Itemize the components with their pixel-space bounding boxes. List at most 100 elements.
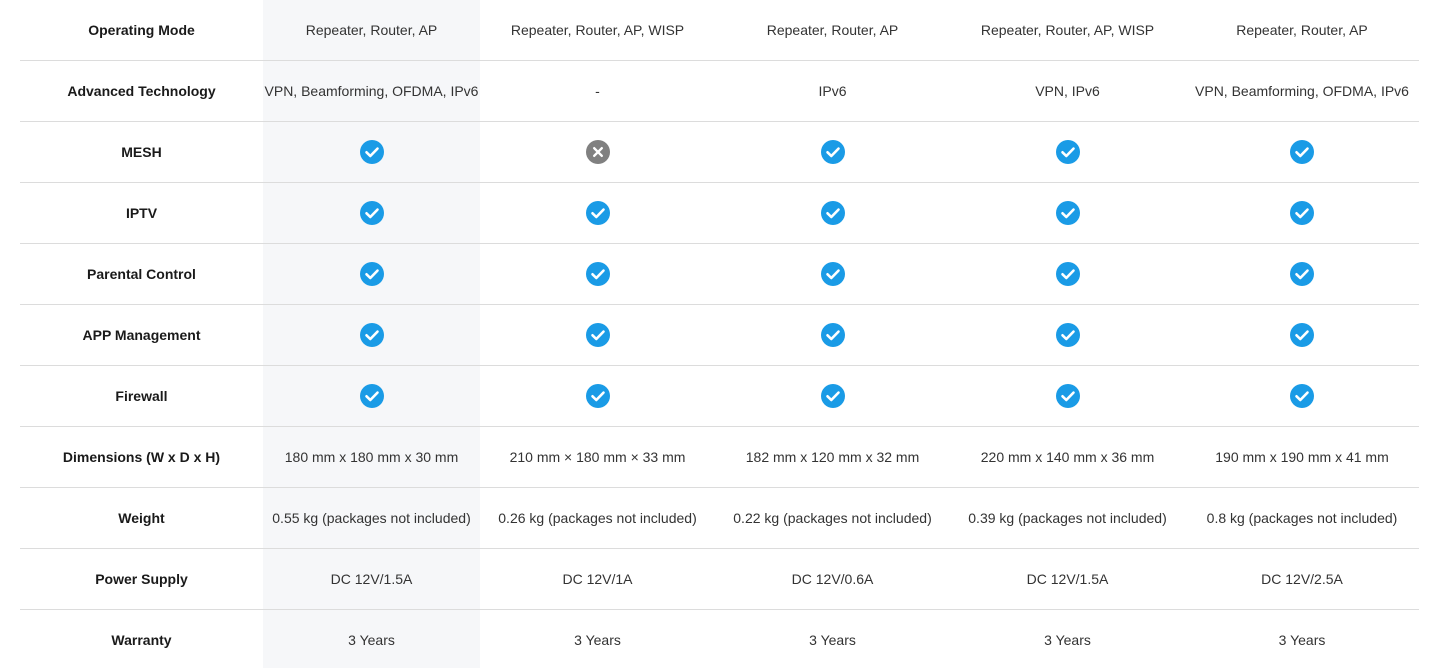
cross-icon	[585, 140, 610, 164]
table-cell: Repeater, Router, AP	[1236, 22, 1368, 38]
check-icon	[585, 384, 610, 408]
table-row-advanced-technology: Advanced Technology VPN, Beamforming, OF…	[20, 61, 1419, 122]
row-label: Weight	[118, 510, 165, 526]
table-cell	[1185, 305, 1419, 365]
table-row-iptv: IPTV	[20, 183, 1419, 244]
table-row-mesh: MESH	[20, 122, 1419, 183]
table-cell: 182 mm x 120 mm x 32 mm	[745, 449, 920, 465]
row-label: Power Supply	[95, 571, 188, 587]
table-cell: Repeater, Router, AP	[766, 22, 899, 38]
table-cell: VPN, Beamforming, OFDMA, IPv6	[264, 83, 479, 99]
table-cell: 0.26 kg (packages not included)	[498, 510, 697, 526]
check-icon	[1290, 262, 1314, 286]
check-icon	[359, 140, 384, 164]
row-label: Advanced Technology	[67, 83, 216, 99]
table-cell	[1185, 366, 1419, 426]
table-cell	[480, 122, 715, 182]
check-icon	[820, 384, 845, 408]
table-cell	[950, 366, 1185, 426]
table-cell	[715, 122, 950, 182]
table-cell	[263, 305, 480, 365]
check-icon	[820, 201, 845, 225]
table-cell: DC 12V/2.5A	[1261, 571, 1343, 587]
check-icon	[820, 262, 845, 286]
table-cell: 190 mm x 190 mm x 41 mm	[1215, 449, 1389, 465]
table-row-operating-mode: Operating Mode Repeater, Router, AP Repe…	[20, 0, 1419, 61]
table-cell: Repeater, Router, AP	[305, 22, 438, 38]
table-cell	[480, 305, 715, 365]
table-cell	[263, 122, 480, 182]
table-cell: 210 mm × 180 mm × 33 mm	[509, 449, 686, 465]
check-icon	[1055, 140, 1080, 164]
table-cell: DC 12V/0.6A	[791, 571, 874, 587]
table-cell: 0.39 kg (packages not included)	[968, 510, 1167, 526]
check-icon	[359, 323, 384, 347]
check-icon	[1055, 201, 1080, 225]
table-cell	[715, 305, 950, 365]
table-cell	[950, 305, 1185, 365]
comparison-table: Operating Mode Repeater, Router, AP Repe…	[20, 0, 1419, 671]
table-row-parental-control: Parental Control	[20, 244, 1419, 305]
row-label: Operating Mode	[88, 22, 195, 38]
table-row-app-management: APP Management	[20, 305, 1419, 366]
table-cell: 0.55 kg (packages not included)	[272, 510, 471, 526]
table-cell	[263, 244, 480, 304]
table-cell	[715, 183, 950, 243]
row-label: Warranty	[111, 632, 172, 648]
table-cell: 3 Years	[1044, 632, 1091, 648]
table-cell	[950, 122, 1185, 182]
table-cell: VPN, Beamforming, OFDMA, IPv6	[1195, 83, 1409, 99]
table-cell: 3 Years	[809, 632, 856, 648]
row-label: Dimensions (W x D x H)	[62, 449, 221, 465]
table-cell: 3 Years	[574, 632, 621, 648]
check-icon	[585, 262, 610, 286]
table-cell: IPv6	[818, 83, 847, 99]
table-cell	[950, 244, 1185, 304]
table-cell: Repeater, Router, AP, WISP	[980, 22, 1155, 38]
table-cell: Repeater, Router, AP, WISP	[510, 22, 685, 38]
row-label: Parental Control	[87, 266, 196, 282]
check-icon	[585, 201, 610, 225]
table-cell	[263, 183, 480, 243]
table-cell: DC 12V/1.5A	[330, 571, 413, 587]
check-icon	[820, 140, 845, 164]
table-cell: 3 Years	[1278, 632, 1326, 648]
check-icon	[1055, 323, 1080, 347]
table-cell	[1185, 183, 1419, 243]
table-cell	[715, 366, 950, 426]
table-cell: DC 12V/1A	[562, 571, 633, 587]
table-cell: 0.8 kg (packages not included)	[1206, 510, 1398, 526]
table-row-warranty: Warranty 3 Years 3 Years 3 Years 3 Years…	[20, 610, 1419, 671]
row-label: IPTV	[125, 205, 158, 221]
check-icon	[359, 384, 384, 408]
check-icon	[1290, 201, 1314, 225]
check-icon	[585, 323, 610, 347]
table-cell: VPN, IPv6	[1035, 83, 1100, 99]
row-label: MESH	[121, 144, 162, 160]
table-cell: 0.22 kg (packages not included)	[733, 510, 932, 526]
table-cell: 220 mm x 140 mm x 36 mm	[980, 449, 1155, 465]
check-icon	[1055, 384, 1080, 408]
table-row-dimensions: Dimensions (W x D x H) 180 mm x 180 mm x…	[20, 427, 1419, 488]
row-label: APP Management	[82, 327, 201, 343]
table-cell: 180 mm x 180 mm x 30 mm	[284, 449, 459, 465]
table-cell: 3 Years	[348, 632, 395, 648]
check-icon	[820, 323, 845, 347]
check-icon	[359, 201, 384, 225]
table-cell	[480, 244, 715, 304]
table-cell	[1185, 244, 1419, 304]
check-icon	[1055, 262, 1080, 286]
table-row-power-supply: Power Supply DC 12V/1.5A DC 12V/1A DC 12…	[20, 549, 1419, 610]
check-icon	[359, 262, 384, 286]
table-cell	[1185, 122, 1419, 182]
table-cell: DC 12V/1.5A	[1026, 571, 1109, 587]
check-icon	[1290, 384, 1314, 408]
check-icon	[1290, 323, 1314, 347]
table-cell	[480, 183, 715, 243]
check-icon	[1290, 140, 1314, 164]
table-row-weight: Weight 0.55 kg (packages not included) 0…	[20, 488, 1419, 549]
table-cell	[480, 366, 715, 426]
table-cell	[263, 366, 480, 426]
row-label: Firewall	[115, 388, 168, 404]
table-row-firewall: Firewall	[20, 366, 1419, 427]
